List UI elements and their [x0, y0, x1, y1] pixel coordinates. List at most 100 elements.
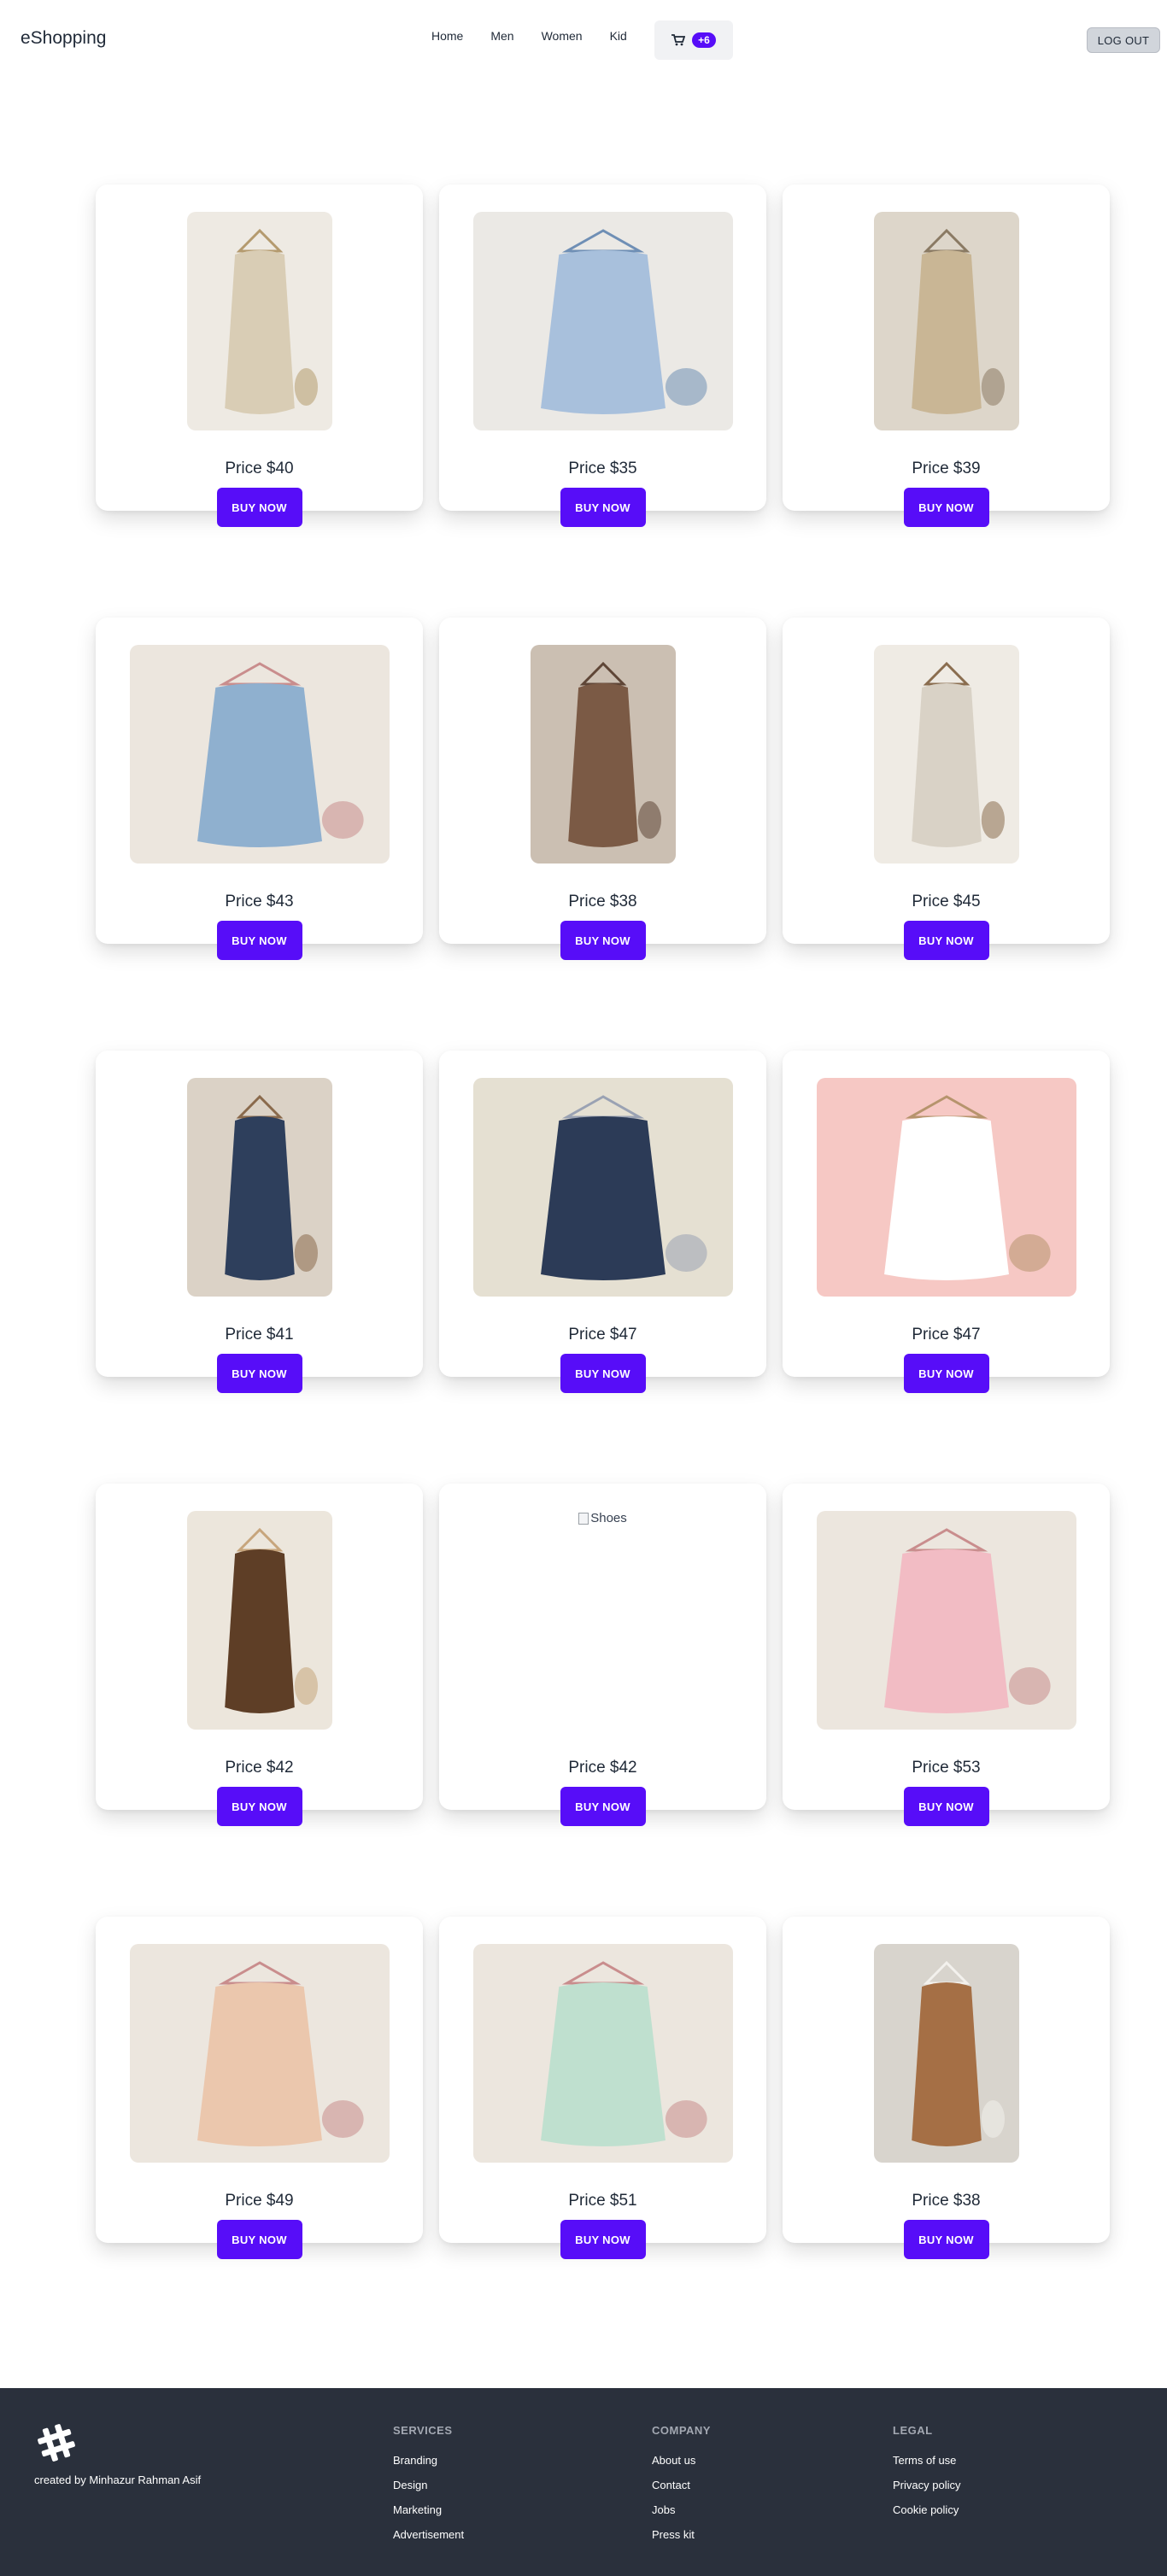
product-image-wrap: [96, 1511, 423, 1730]
product-photo[interactable]: [472, 1944, 733, 2163]
product-image-wrap: [96, 1944, 423, 2163]
buy-now-button[interactable]: BUY NOW: [216, 488, 302, 527]
menu-item-women[interactable]: Women: [542, 29, 583, 43]
product-image-wrap: [96, 645, 423, 864]
product-card: Price $43 BUY NOW: [96, 618, 423, 960]
footer-legal-title: LEGAL: [893, 2424, 933, 2437]
buy-now-button[interactable]: BUY NOW: [903, 1787, 989, 1826]
brand-logo[interactable]: eShopping: [21, 28, 106, 49]
product-image-wrap: [439, 645, 766, 864]
menu-item-kid[interactable]: Kid: [610, 29, 627, 43]
menu-item-home[interactable]: Home: [431, 29, 463, 43]
product-price: Price $42: [225, 1759, 294, 1777]
buy-now-button[interactable]: BUY NOW: [560, 488, 646, 527]
product-photo[interactable]: [472, 212, 733, 430]
product-photo[interactable]: [873, 645, 1019, 864]
product-card: Price $47 BUY NOW: [783, 1051, 1110, 1393]
footer-link-design[interactable]: Design: [393, 2479, 464, 2491]
product-price: Price $53: [912, 1759, 981, 1777]
main-menu: Home Men Women Kid: [431, 29, 654, 43]
product-price: Price $38: [912, 2192, 981, 2210]
footer-link-contact[interactable]: Contact: [652, 2479, 711, 2491]
footer-link-privacy-policy[interactable]: Privacy policy: [893, 2479, 960, 2491]
footer-link-press-kit[interactable]: Press kit: [652, 2528, 711, 2541]
product-photo[interactable]: [816, 1078, 1076, 1297]
footer-legal: LEGAL Terms of use Privacy policy Cookie…: [893, 2424, 960, 2528]
product-image-wrap: [783, 1078, 1110, 1297]
product-card: Price $40 BUY NOW: [96, 184, 423, 527]
product-price: Price $35: [568, 460, 637, 477]
product-price: Price $47: [912, 1326, 981, 1344]
product-card: Price $41 BUY NOW: [96, 1051, 423, 1393]
buy-now-button[interactable]: BUY NOW: [216, 921, 302, 960]
buy-now-button[interactable]: BUY NOW: [903, 921, 989, 960]
product-photo[interactable]: [530, 645, 676, 864]
product-grid: Price $40 BUY NOW Price $35 BUY NOW Price $3…: [96, 184, 1111, 2259]
product-photo[interactable]: [186, 1078, 332, 1297]
product-price: Price $47: [568, 1326, 637, 1344]
product-price: Price $49: [225, 2192, 294, 2210]
buy-now-button[interactable]: BUY NOW: [903, 2220, 989, 2259]
logout-button[interactable]: LOG OUT: [1087, 27, 1160, 53]
buy-now-button[interactable]: BUY NOW: [216, 1787, 302, 1826]
product-photo[interactable]: [816, 1511, 1076, 1730]
footer-services: SERVICES Branding Design Marketing Adver…: [393, 2424, 464, 2553]
product-image-wrap: Shoes: [439, 1511, 766, 1730]
product-card: Price $42 BUY NOW: [96, 1484, 423, 1826]
buy-now-button[interactable]: BUY NOW: [560, 2220, 646, 2259]
footer-link-advertisement[interactable]: Advertisement: [393, 2528, 464, 2541]
menu-item-men[interactable]: Men: [490, 29, 513, 43]
footer-link-about-us[interactable]: About us: [652, 2454, 711, 2467]
product-price: Price $42: [568, 1759, 637, 1777]
product-image-wrap: [439, 1078, 766, 1297]
product-photo[interactable]: [129, 645, 390, 864]
product-card: Price $35 BUY NOW: [439, 184, 766, 527]
product-card: Price $38 BUY NOW: [783, 1917, 1110, 2259]
buy-now-button[interactable]: BUY NOW: [560, 921, 646, 960]
product-image-wrap: [783, 1944, 1110, 2163]
buy-now-button[interactable]: BUY NOW: [560, 1787, 646, 1826]
footer-company-title: COMPANY: [652, 2424, 711, 2437]
product-image-wrap: [96, 1078, 423, 1297]
buy-now-button[interactable]: BUY NOW: [216, 2220, 302, 2259]
product-card: Price $45 BUY NOW: [783, 618, 1110, 960]
product-photo[interactable]: [873, 1944, 1019, 2163]
product-photo[interactable]: [186, 212, 332, 430]
buy-now-button[interactable]: BUY NOW: [560, 1354, 646, 1393]
product-price: Price $51: [568, 2192, 637, 2210]
footer: created by Minhazur Rahman Asif SERVICES…: [0, 2388, 1167, 2576]
cart-count-badge: +6: [692, 32, 716, 48]
footer-link-terms-of-use[interactable]: Terms of use: [893, 2454, 960, 2467]
product-image-wrap: [439, 1944, 766, 2163]
product-card: Price $47 BUY NOW: [439, 1051, 766, 1393]
product-card: Price $53 BUY NOW: [783, 1484, 1110, 1826]
buy-now-button[interactable]: BUY NOW: [216, 1354, 302, 1393]
product-image-wrap: [783, 645, 1110, 864]
product-price: Price $43: [225, 893, 294, 910]
product-photo[interactable]: [186, 1511, 332, 1730]
product-price: Price $45: [912, 893, 981, 910]
product-card: Shoes Price $42 BUY NOW: [439, 1484, 766, 1826]
cart-icon: [671, 34, 686, 46]
broken-image-icon: [578, 1513, 589, 1525]
product-image-wrap: [783, 1511, 1110, 1730]
broken-product-image: Shoes: [578, 1511, 627, 1531]
product-photo[interactable]: [472, 1078, 733, 1297]
footer-link-branding[interactable]: Branding: [393, 2454, 464, 2467]
product-image-wrap: [439, 212, 766, 430]
product-card: Price $49 BUY NOW: [96, 1917, 423, 2259]
product-price: Price $38: [568, 893, 637, 910]
product-price: Price $39: [912, 460, 981, 477]
buy-now-button[interactable]: BUY NOW: [903, 1354, 989, 1393]
product-image-wrap: [783, 212, 1110, 430]
footer-link-marketing[interactable]: Marketing: [393, 2503, 464, 2516]
product-photo[interactable]: [873, 212, 1019, 430]
footer-link-jobs[interactable]: Jobs: [652, 2503, 711, 2516]
product-photo[interactable]: [129, 1944, 390, 2163]
product-price: Price $40: [225, 460, 294, 477]
cart-button[interactable]: +6: [654, 20, 733, 60]
product-card: Price $51 BUY NOW: [439, 1917, 766, 2259]
footer-link-cookie-policy[interactable]: Cookie policy: [893, 2503, 960, 2516]
broken-image-alt-text: Shoes: [590, 1511, 627, 1525]
buy-now-button[interactable]: BUY NOW: [903, 488, 989, 527]
